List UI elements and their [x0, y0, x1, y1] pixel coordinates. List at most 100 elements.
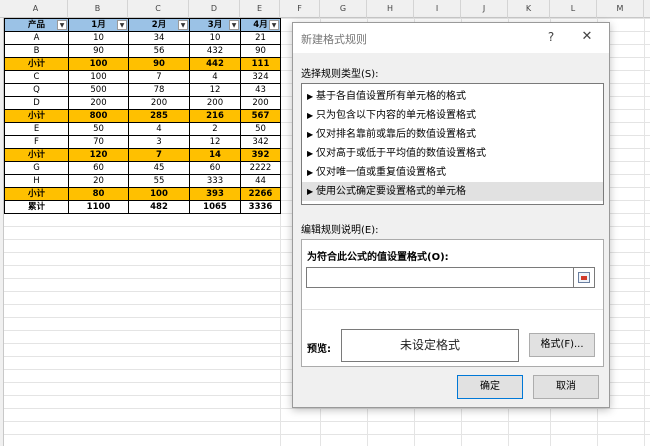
value-cell[interactable]: 200 [189, 96, 241, 110]
value-cell[interactable]: 60 [68, 161, 129, 175]
column-header-h[interactable]: H [367, 0, 414, 18]
value-cell[interactable]: 800 [68, 109, 129, 123]
value-cell[interactable]: 90 [240, 44, 281, 58]
value-cell[interactable]: 216 [189, 109, 241, 123]
value-cell[interactable]: 7 [128, 148, 190, 162]
value-cell[interactable]: 2222 [240, 161, 281, 175]
header-jan[interactable]: 1月 ▼ [68, 18, 129, 32]
value-cell[interactable]: 2 [189, 122, 241, 136]
rule-type-item-selected[interactable]: ▶ 使用公式确定要设置格式的单元格 [302, 182, 603, 201]
product-cell[interactable]: C [4, 70, 69, 84]
value-cell[interactable]: 1065 [189, 200, 241, 214]
value-cell[interactable]: 1100 [68, 200, 129, 214]
rule-type-item[interactable]: ▶ 仅对高于或低于平均值的数值设置格式 [302, 144, 603, 163]
column-header-m[interactable]: M [597, 0, 644, 18]
value-cell[interactable]: 50 [240, 122, 281, 136]
value-cell[interactable]: 324 [240, 70, 281, 84]
product-cell[interactable]: D [4, 96, 69, 110]
column-header-i[interactable]: I [414, 0, 461, 18]
product-cell[interactable]: B [4, 44, 69, 58]
filter-dropdown-icon[interactable]: ▼ [178, 20, 188, 30]
rule-type-item[interactable]: ▶ 基于各自值设置所有单元格的格式 [302, 87, 603, 106]
product-cell[interactable]: H [4, 174, 69, 188]
column-header-b[interactable]: B [68, 0, 128, 18]
product-cell[interactable]: 小计 [4, 57, 69, 71]
value-cell[interactable]: 20 [68, 174, 129, 188]
value-cell[interactable]: 78 [128, 83, 190, 97]
column-header-f[interactable]: F [280, 0, 320, 18]
header-apr[interactable]: 4月 ▼ [240, 18, 281, 32]
product-cell[interactable]: 小计 [4, 109, 69, 123]
product-cell[interactable]: 累计 [4, 200, 69, 214]
value-cell[interactable]: 10 [189, 31, 241, 45]
value-cell[interactable]: 567 [240, 109, 281, 123]
value-cell[interactable]: 21 [240, 31, 281, 45]
product-cell[interactable]: 小计 [4, 148, 69, 162]
value-cell[interactable]: 442 [189, 57, 241, 71]
rule-type-item[interactable]: ▶ 仅对唯一值或重复值设置格式 [302, 163, 603, 182]
value-cell[interactable]: 3336 [240, 200, 281, 214]
product-cell[interactable]: E [4, 122, 69, 136]
value-cell[interactable]: 14 [189, 148, 241, 162]
column-header-d[interactable]: D [189, 0, 240, 18]
filter-dropdown-icon[interactable]: ▼ [57, 20, 67, 30]
value-cell[interactable]: 4 [128, 122, 190, 136]
value-cell[interactable]: 111 [240, 57, 281, 71]
header-product[interactable]: 产品 ▼ [4, 18, 69, 32]
value-cell[interactable]: 80 [68, 187, 129, 201]
filter-dropdown-icon[interactable]: ▼ [117, 20, 127, 30]
rule-type-list[interactable]: ▶ 基于各自值设置所有单元格的格式 ▶ 只为包含以下内容的单元格设置格式 ▶ 仅对排名… [301, 83, 604, 205]
product-cell[interactable]: A [4, 31, 69, 45]
value-cell[interactable]: 70 [68, 135, 129, 149]
value-cell[interactable]: 342 [240, 135, 281, 149]
column-header-k[interactable]: K [508, 0, 550, 18]
value-cell[interactable]: 50 [68, 122, 129, 136]
value-cell[interactable]: 44 [240, 174, 281, 188]
ok-button[interactable]: 确定 [457, 375, 523, 399]
help-button[interactable]: ? [543, 29, 559, 45]
value-cell[interactable]: 100 [128, 187, 190, 201]
value-cell[interactable]: 43 [240, 83, 281, 97]
value-cell[interactable]: 200 [68, 96, 129, 110]
column-header-c[interactable]: C [128, 0, 189, 18]
value-cell[interactable]: 120 [68, 148, 129, 162]
value-cell[interactable]: 7 [128, 70, 190, 84]
value-cell[interactable]: 55 [128, 174, 190, 188]
formula-input[interactable] [306, 267, 574, 288]
product-cell[interactable]: F [4, 135, 69, 149]
column-header-g[interactable]: G [320, 0, 367, 18]
value-cell[interactable]: 34 [128, 31, 190, 45]
value-cell[interactable]: 285 [128, 109, 190, 123]
product-cell[interactable]: G [4, 161, 69, 175]
value-cell[interactable]: 392 [240, 148, 281, 162]
filter-dropdown-icon[interactable]: ▼ [229, 20, 239, 30]
value-cell[interactable]: 60 [189, 161, 241, 175]
column-header-l[interactable]: L [550, 0, 597, 18]
value-cell[interactable]: 10 [68, 31, 129, 45]
value-cell[interactable]: 2266 [240, 187, 281, 201]
value-cell[interactable]: 200 [240, 96, 281, 110]
value-cell[interactable]: 432 [189, 44, 241, 58]
value-cell[interactable]: 90 [128, 57, 190, 71]
value-cell[interactable]: 100 [68, 70, 129, 84]
value-cell[interactable]: 100 [68, 57, 129, 71]
value-cell[interactable]: 90 [68, 44, 129, 58]
header-feb[interactable]: 2月 ▼ [128, 18, 190, 32]
value-cell[interactable]: 4 [189, 70, 241, 84]
header-mar[interactable]: 3月 ▼ [189, 18, 241, 32]
value-cell[interactable]: 482 [128, 200, 190, 214]
rule-type-item[interactable]: ▶ 只为包含以下内容的单元格设置格式 [302, 106, 603, 125]
column-header-a[interactable]: A [4, 0, 68, 18]
close-icon[interactable]: ✕ [579, 29, 595, 45]
value-cell[interactable]: 333 [189, 174, 241, 188]
product-cell[interactable]: 小计 [4, 187, 69, 201]
dialog-titlebar[interactable]: 新建格式规则 ? ✕ [293, 23, 609, 53]
value-cell[interactable]: 12 [189, 135, 241, 149]
value-cell[interactable]: 45 [128, 161, 190, 175]
value-cell[interactable]: 200 [128, 96, 190, 110]
value-cell[interactable]: 56 [128, 44, 190, 58]
cancel-button[interactable]: 取消 [533, 375, 599, 399]
value-cell[interactable]: 3 [128, 135, 190, 149]
format-button[interactable]: 格式(F)... [529, 333, 595, 357]
value-cell[interactable]: 393 [189, 187, 241, 201]
